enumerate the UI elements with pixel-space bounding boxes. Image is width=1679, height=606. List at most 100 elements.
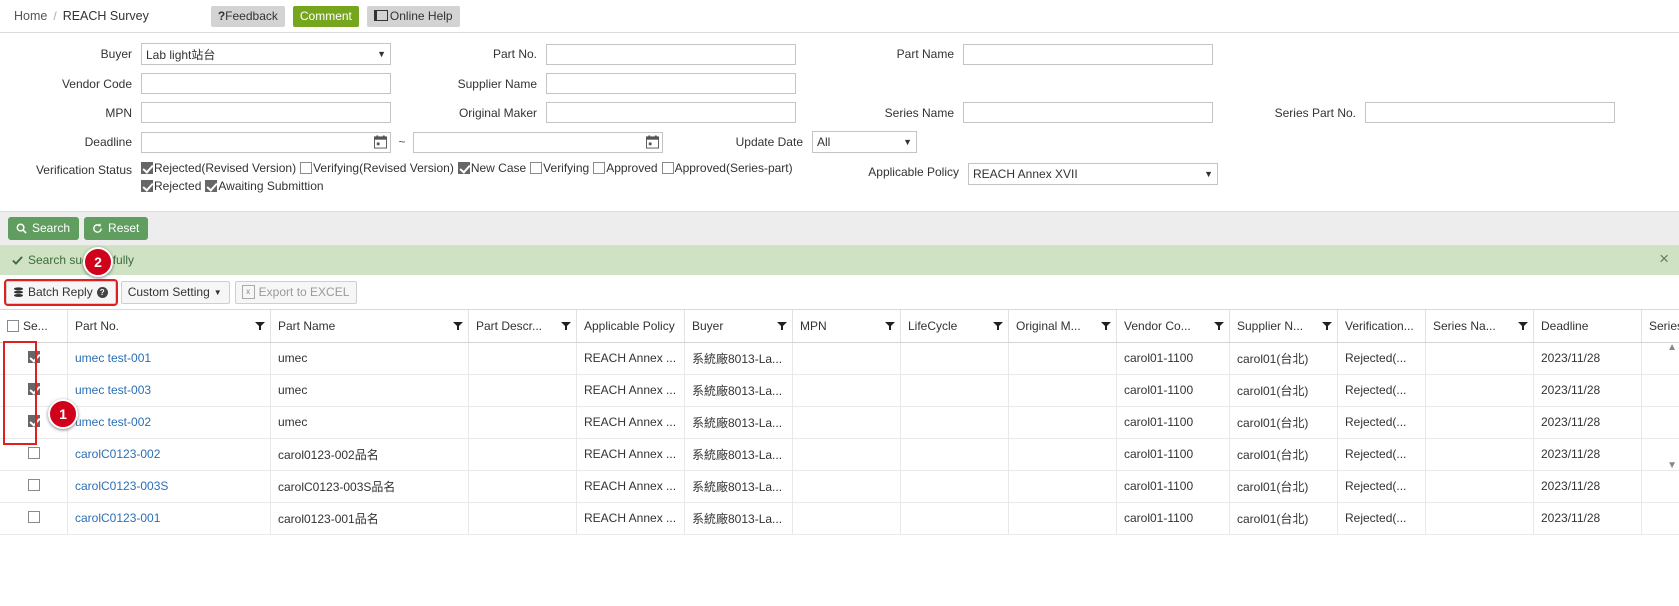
scroll-down-icon[interactable]: ▼ <box>1667 460 1677 471</box>
table-row[interactable]: carolC0123-003S carolC0123-003S品名 REACH An… <box>0 470 1679 503</box>
column-header-supplier_name[interactable]: Supplier N... <box>1229 310 1338 343</box>
series-part-no-input[interactable] <box>1365 102 1615 123</box>
part-no-input[interactable] <box>546 43 796 65</box>
column-header-policy[interactable]: Applicable Policy <box>576 310 685 343</box>
series-name-input[interactable] <box>963 102 1213 123</box>
deadline-from-input[interactable] <box>141 131 391 153</box>
checkbox-box[interactable] <box>205 180 218 192</box>
verification-status-checkbox[interactable]: Rejected <box>141 179 201 193</box>
filter-icon[interactable] <box>993 321 1003 331</box>
table-row[interactable]: carolC0123-001 carol0123-001品名 REACH Annex… <box>0 502 1679 535</box>
part-no-link[interactable]: umec test-003 <box>75 383 151 397</box>
table-row[interactable]: carolC0123-002 carol0123-002品名 REACH Annex… <box>0 438 1679 471</box>
filter-icon[interactable] <box>453 321 463 331</box>
row-select-cell[interactable] <box>0 502 68 535</box>
table-row[interactable]: umec test-002 umec REACH Annex ... 系統廠8013-… <box>0 406 1679 439</box>
row-select-cell[interactable] <box>0 342 68 375</box>
filter-icon[interactable] <box>255 321 265 331</box>
part-no-link[interactable]: umec test-001 <box>75 351 151 365</box>
verification-status-checkbox[interactable]: New Case <box>457 161 526 175</box>
deadline-to-input[interactable] <box>413 131 663 153</box>
column-header-buyer[interactable]: Buyer <box>684 310 793 343</box>
verification-status-checkbox[interactable]: Rejected(Revised Version) <box>141 161 296 175</box>
column-header-mpn[interactable]: MPN <box>792 310 901 343</box>
verification-status-checkbox[interactable]: Approved(Series-part) <box>661 161 793 175</box>
verification-status-checkbox[interactable]: Verifying(Revised Version) <box>300 161 454 175</box>
row-checkbox[interactable] <box>28 382 40 395</box>
update-date-field: Update Date All ▼ <box>693 131 917 153</box>
row-checkbox[interactable] <box>28 414 40 427</box>
column-header-verification[interactable]: Verification... <box>1337 310 1426 343</box>
checkbox-box[interactable] <box>141 162 153 174</box>
row-select-cell[interactable] <box>0 438 68 471</box>
verification-status-checkbox[interactable]: Approved <box>593 161 658 175</box>
checkbox-box[interactable] <box>141 180 153 192</box>
original-maker-input[interactable] <box>546 102 796 123</box>
reset-button[interactable]: Reset <box>84 217 149 240</box>
filter-icon[interactable] <box>777 321 787 331</box>
cell-part-no[interactable]: carolC0123-002 <box>67 438 271 471</box>
checkbox-box[interactable] <box>530 162 543 174</box>
row-select-cell[interactable] <box>0 470 68 503</box>
column-header-lifecycle[interactable]: LifeCycle <box>900 310 1009 343</box>
update-date-select[interactable]: All ▼ <box>812 131 917 153</box>
search-button[interactable]: Search <box>8 217 80 240</box>
scroll-up-icon[interactable]: ▲ <box>1667 342 1677 353</box>
filter-icon[interactable] <box>1214 321 1224 331</box>
checkbox-box[interactable] <box>661 162 674 174</box>
mpn-input[interactable] <box>141 102 391 123</box>
close-icon[interactable]: × <box>1659 250 1669 267</box>
filter-icon[interactable] <box>1322 321 1332 331</box>
verification-status-checkbox[interactable]: Verifying <box>530 161 589 175</box>
online-help-button[interactable]: Online Help <box>366 5 460 27</box>
checkbox-box[interactable] <box>300 162 313 174</box>
column-header-part_desc[interactable]: Part Descr... <box>468 310 577 343</box>
applicable-policy-select[interactable]: REACH Annex XVII ▼ <box>968 163 1218 185</box>
column-header-part_name[interactable]: Part Name <box>270 310 469 343</box>
column-header-series_part[interactable]: Series Par... <box>1641 310 1679 343</box>
row-checkbox[interactable] <box>28 510 40 523</box>
row-checkbox[interactable] <box>28 350 40 363</box>
row-checkbox[interactable] <box>28 478 40 491</box>
filter-icon[interactable] <box>1518 321 1528 331</box>
column-header-select[interactable]: Se... <box>0 310 68 343</box>
buyer-select[interactable]: Lab light站台 ▼ <box>141 43 391 65</box>
cell-part-no[interactable]: carolC0123-001 <box>67 502 271 535</box>
part-no-link[interactable]: carolC0123-003S <box>75 479 168 493</box>
custom-setting-button[interactable]: Custom Setting ▼ <box>120 281 230 304</box>
filter-icon[interactable] <box>1101 321 1111 331</box>
column-header-part_no[interactable]: Part No. <box>67 310 271 343</box>
column-header-vendor_code[interactable]: Vendor Co... <box>1116 310 1230 343</box>
table-row[interactable]: umec test-001 umec REACH Annex ... 系統廠8013-… <box>0 342 1679 375</box>
part-no-link[interactable]: umec test-002 <box>75 415 151 429</box>
supplier-name-input[interactable] <box>546 73 796 94</box>
help-icon[interactable]: ? <box>96 286 108 298</box>
batch-reply-button[interactable]: Batch Reply ? <box>4 279 118 306</box>
cell-part-no[interactable]: carolC0123-003S <box>67 470 271 503</box>
row-checkbox[interactable] <box>28 446 40 459</box>
calendar-icon[interactable] <box>646 135 659 149</box>
part-name-input[interactable] <box>963 43 1213 65</box>
comment-button[interactable]: Comment <box>292 5 359 27</box>
column-header-original_maker[interactable]: Original M... <box>1008 310 1117 343</box>
checkbox-box[interactable] <box>593 162 606 174</box>
cell-part-no[interactable]: umec test-003 <box>67 374 271 407</box>
part-no-link[interactable]: carolC0123-001 <box>75 511 160 525</box>
column-header-series_name[interactable]: Series Na... <box>1425 310 1534 343</box>
cell-part-no[interactable]: umec test-002 <box>67 406 271 439</box>
feedback-button[interactable]: ?Feedback <box>210 5 285 27</box>
verification-status-checkbox[interactable]: Awaiting Submittion <box>205 179 324 193</box>
export-to-excel-button[interactable]: x Export to EXCEL <box>234 281 358 304</box>
checkbox-box[interactable] <box>457 162 470 174</box>
part-no-link[interactable]: carolC0123-002 <box>75 447 160 461</box>
filter-icon[interactable] <box>561 321 571 331</box>
cell-part-no[interactable]: umec test-001 <box>67 342 271 375</box>
vendor-code-input[interactable] <box>141 73 391 94</box>
filter-icon[interactable] <box>885 321 895 331</box>
column-header-deadline[interactable]: Deadline <box>1533 310 1642 343</box>
breadcrumb-home[interactable]: Home <box>14 9 47 23</box>
select-all-checkbox[interactable] <box>7 319 19 332</box>
table-row[interactable]: umec test-003 umec REACH Annex ... 系統廠8013-… <box>0 374 1679 407</box>
calendar-icon[interactable] <box>374 135 387 149</box>
column-header-label: Se... <box>23 318 48 333</box>
